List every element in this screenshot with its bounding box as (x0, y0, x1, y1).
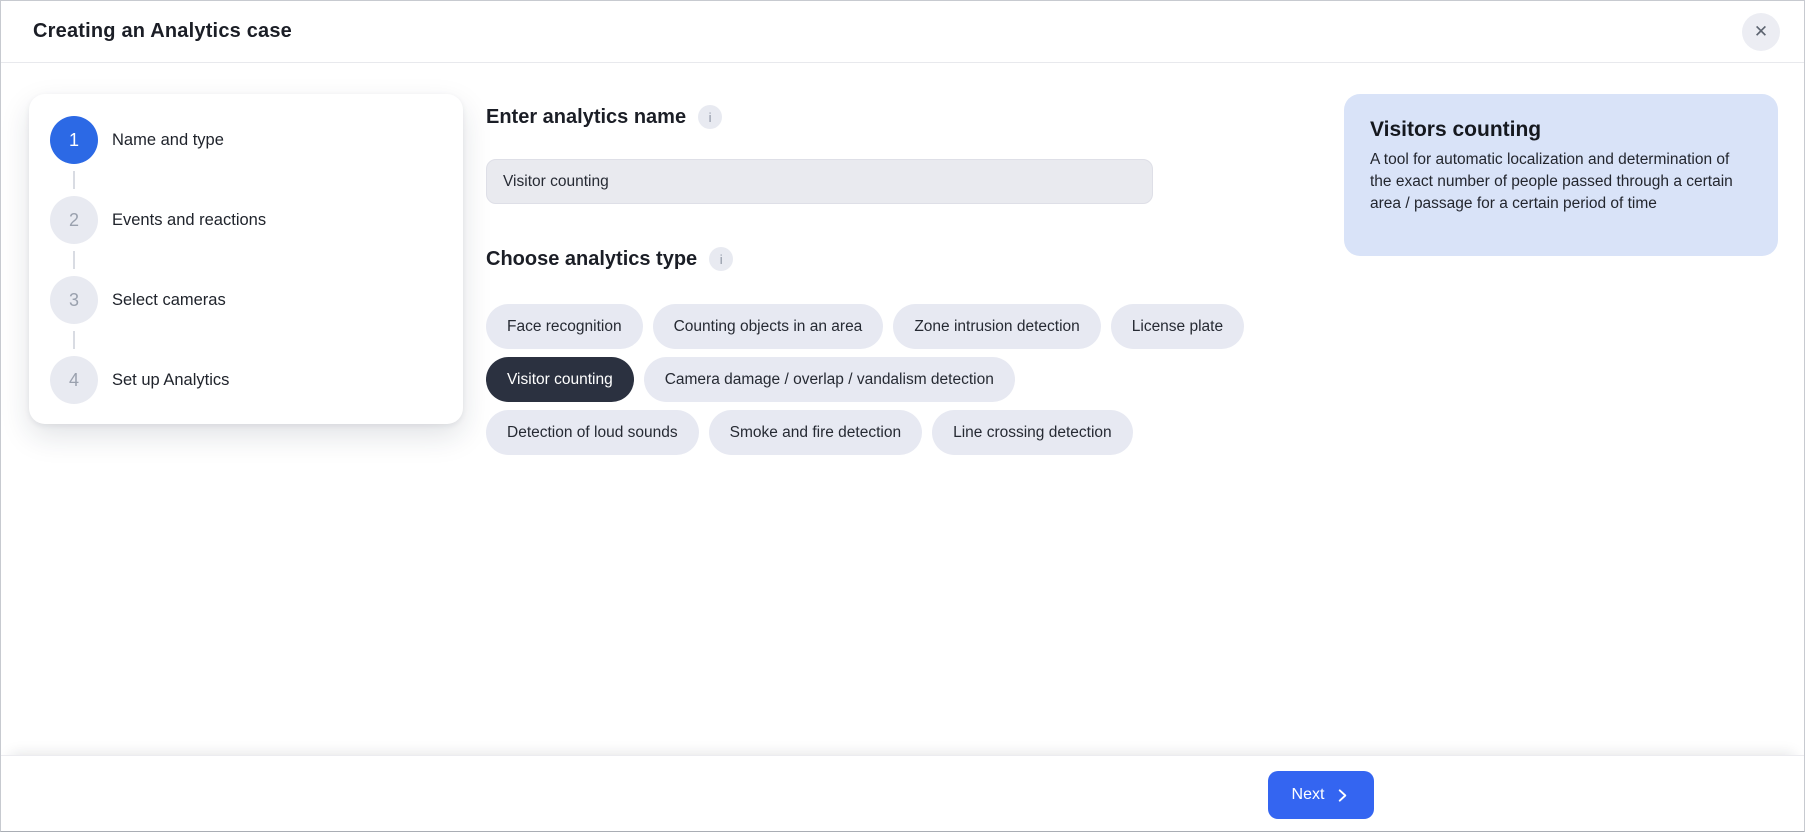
type-heading-label: Choose analytics type (486, 248, 697, 271)
chip-row: Face recognitionCounting objects in an a… (486, 304, 1346, 349)
modal-header: Creating an Analytics case ✕ (1, 1, 1804, 63)
info-panel-title: Visitors counting (1370, 118, 1752, 142)
next-button-label: Next (1292, 786, 1325, 804)
name-section-heading: Enter analytics name i (486, 105, 722, 129)
info-icon[interactable]: i (698, 105, 722, 129)
chevron-right-icon (1335, 788, 1350, 803)
step-connector (73, 171, 75, 189)
stepper-card: 1 Name and type 2 Events and reactions 3 Sele… (29, 94, 463, 424)
page-title: Creating an Analytics case (33, 20, 292, 43)
analytics-type-chip[interactable]: Line crossing detection (932, 410, 1133, 455)
next-button[interactable]: Next (1268, 771, 1374, 819)
analytics-type-chip[interactable]: Visitor counting (486, 357, 634, 402)
step-label: Set up Analytics (112, 371, 229, 390)
analytics-type-chip[interactable]: Camera damage / overlap / vandalism dete… (644, 357, 1015, 402)
close-button[interactable]: ✕ (1742, 13, 1780, 51)
analytics-type-chip[interactable]: Detection of loud sounds (486, 410, 699, 455)
analytics-name-input[interactable] (486, 159, 1153, 204)
step-label: Events and reactions (112, 211, 266, 230)
analytics-type-chip[interactable]: Counting objects in an area (653, 304, 884, 349)
step-number-badge: 4 (50, 356, 98, 404)
analytics-type-chips: Face recognitionCounting objects in an a… (486, 304, 1346, 463)
step-number-badge: 3 (50, 276, 98, 324)
stepper-steps: 1 Name and type 2 Events and reactions 3 Sele… (50, 116, 439, 404)
stepper-step-1[interactable]: 1 Name and type (50, 116, 439, 164)
modal-body: 1 Name and type 2 Events and reactions 3 Sele… (1, 64, 1804, 831)
step-connector (73, 251, 75, 269)
analytics-type-chip[interactable]: License plate (1111, 304, 1244, 349)
step-number-badge: 2 (50, 196, 98, 244)
close-icon: ✕ (1754, 23, 1768, 40)
stepper-step-2[interactable]: 2 Events and reactions (50, 196, 439, 244)
analytics-type-chip[interactable]: Face recognition (486, 304, 643, 349)
info-panel-description: A tool for automatic localization and de… (1370, 149, 1752, 215)
modal-footer: Next (1, 755, 1804, 831)
info-icon[interactable]: i (709, 247, 733, 271)
step-label: Name and type (112, 131, 224, 150)
stepper-step-3[interactable]: 3 Select cameras (50, 276, 439, 324)
analytics-type-chip[interactable]: Smoke and fire detection (709, 410, 922, 455)
chip-row: Visitor countingCamera damage / overlap … (486, 357, 1346, 402)
analytics-type-chip[interactable]: Zone intrusion detection (893, 304, 1100, 349)
step-connector (73, 331, 75, 349)
stepper-step-4[interactable]: 4 Set up Analytics (50, 356, 439, 404)
analytics-case-modal: Creating an Analytics case ✕ 1 Name and t… (0, 0, 1805, 832)
analytics-info-panel: Visitors counting A tool for automatic l… (1344, 94, 1778, 256)
type-section-heading: Choose analytics type i (486, 247, 733, 271)
step-label: Select cameras (112, 291, 226, 310)
name-heading-label: Enter analytics name (486, 106, 686, 129)
step-number-badge: 1 (50, 116, 98, 164)
chip-row: Detection of loud soundsSmoke and fire d… (486, 410, 1346, 455)
